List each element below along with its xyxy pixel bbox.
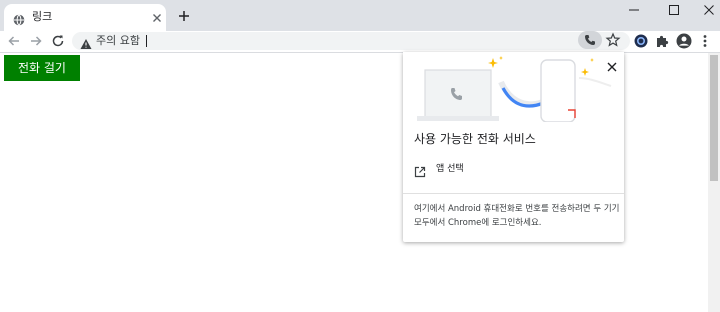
popup-heading: 사용 가능한 전화 서비스	[414, 132, 536, 146]
close-icon[interactable]	[695, 2, 720, 18]
address-bar[interactable]: 주의 요함	[72, 32, 630, 50]
sign-in-note: 여기에서 Android 휴대전화로 번호를 전송하려면 두 기기 모두에서 C…	[414, 204, 620, 228]
tab-strip: 링크	[0, 0, 720, 31]
scrollbar-thumb[interactable]	[710, 55, 718, 181]
click-to-call-popup: 사용 가능한 전화 서비스 앱 선택 여기에서 Android 휴대전화로 번호…	[403, 52, 624, 242]
pick-app-label: 앱 선택	[436, 164, 464, 174]
page-scrollbar[interactable]	[708, 53, 720, 312]
forward-arrow-icon[interactable]	[28, 33, 44, 49]
back-arrow-icon[interactable]	[6, 33, 22, 49]
popup-divider	[403, 193, 624, 194]
phone-sync-illustration	[403, 52, 624, 122]
reload-icon[interactable]	[50, 33, 66, 49]
menu-icon[interactable]	[697, 33, 713, 49]
tab-close-icon[interactable]	[150, 10, 164, 24]
text-caret	[146, 35, 147, 47]
tab-active[interactable]: 링크	[4, 4, 166, 31]
popup-close-icon[interactable]	[606, 58, 618, 72]
url-input[interactable]	[140, 33, 440, 48]
phone-icon[interactable]	[578, 31, 602, 49]
security-status-label[interactable]: 주의 요함	[96, 34, 140, 48]
warning-triangle-icon[interactable]	[80, 35, 92, 49]
pick-app-option[interactable]: 앱 선택	[403, 158, 624, 180]
new-tab-plus-icon[interactable]	[176, 8, 192, 24]
maximize-icon[interactable]	[660, 2, 688, 18]
tab-title: 링크	[32, 10, 53, 23]
profile-icon[interactable]	[676, 33, 692, 49]
star-icon[interactable]	[605, 32, 621, 48]
extension-app-icon[interactable]	[633, 33, 649, 49]
globe-icon	[13, 11, 25, 26]
browser-toolbar: 주의 요함	[0, 31, 720, 53]
minimize-icon[interactable]	[620, 2, 648, 18]
call-button[interactable]: 전화 걸기	[4, 55, 80, 81]
puzzle-icon[interactable]	[654, 33, 670, 49]
open-in-new-icon	[414, 163, 426, 178]
